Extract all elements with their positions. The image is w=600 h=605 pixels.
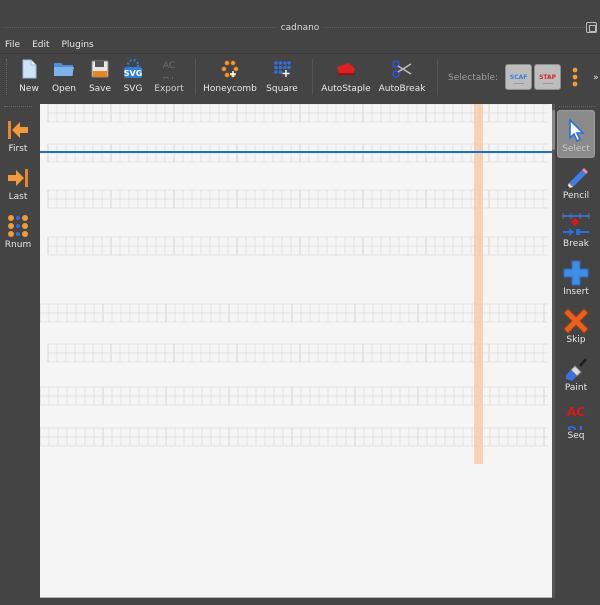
folder-icon xyxy=(53,59,75,79)
break-tool-button[interactable]: Break xyxy=(557,206,595,254)
toolbar-separator xyxy=(437,59,438,95)
handle-selectable-toggle[interactable] xyxy=(571,67,579,91)
toolbar-grip[interactable] xyxy=(6,59,9,95)
main-toolbar: New Open Save SVG SVG AC TG Export Honey… xyxy=(0,56,600,98)
skip-tool-button[interactable]: Skip xyxy=(557,302,595,350)
renumber-icon xyxy=(4,212,32,240)
pencil-tool-button[interactable]: Pencil xyxy=(557,158,595,206)
right-toolbar: Select Pencil Break Insert Skip Paint AC… xyxy=(555,104,600,504)
cadnano-window: cadnano File Edit Plugins New Open Save xyxy=(0,0,600,605)
menu-edit[interactable]: Edit xyxy=(31,38,54,53)
last-button[interactable]: Last xyxy=(0,158,36,206)
path-view-svg[interactable] xyxy=(40,104,552,598)
selectable-label: Selectable: xyxy=(448,73,499,83)
honeycomb-button[interactable]: Honeycomb xyxy=(202,56,258,98)
path-view-canvas[interactable] xyxy=(40,104,552,598)
square-lattice-icon xyxy=(271,59,293,79)
new-button[interactable]: New xyxy=(13,56,45,98)
svg-text:AC: AC xyxy=(163,61,175,71)
pencil-icon xyxy=(562,163,590,191)
cursor-arrow-icon xyxy=(562,116,590,144)
scissors-icon xyxy=(391,59,413,79)
insert-tool-button[interactable]: Insert xyxy=(557,254,595,302)
plus-icon xyxy=(562,259,590,287)
title-bar: cadnano xyxy=(0,20,600,36)
svg-text:SVG: SVG xyxy=(124,69,143,78)
floppy-disk-icon xyxy=(89,59,111,79)
menu-file[interactable]: File xyxy=(4,38,25,53)
x-skip-icon xyxy=(562,307,590,335)
autostaple-button[interactable]: AutoStaple xyxy=(319,56,373,98)
export-button[interactable]: AC TG Export xyxy=(149,56,189,98)
seq-tool-button[interactable]: AC TG Seq xyxy=(557,398,595,446)
save-button[interactable]: Save xyxy=(83,56,117,98)
open-button[interactable]: Open xyxy=(45,56,83,98)
playhead-slider xyxy=(474,104,483,464)
sequence-icon: AC TG xyxy=(562,403,590,431)
stapler-icon xyxy=(335,59,357,79)
menu-bar: File Edit Plugins xyxy=(0,38,600,54)
autobreak-button[interactable]: AutoBreak xyxy=(373,56,431,98)
svg-text:TG: TG xyxy=(163,74,176,79)
sequence-export-icon: AC TG xyxy=(158,59,180,79)
menu-plugins[interactable]: Plugins xyxy=(61,38,99,53)
window-title: cadnano xyxy=(276,23,324,33)
select-tool-button[interactable]: Select xyxy=(557,110,595,158)
svg-button[interactable]: SVG SVG xyxy=(117,56,149,98)
svg-text:TG: TG xyxy=(567,423,585,430)
break-icon xyxy=(562,211,590,239)
arrow-to-first-icon xyxy=(4,116,32,144)
toolbar-separator xyxy=(312,59,313,95)
paint-tool-button[interactable]: Paint xyxy=(557,350,595,398)
vhelix-handle-icon xyxy=(572,67,578,87)
stap-selectable-toggle[interactable]: STAP xyxy=(534,64,562,90)
square-button[interactable]: Square xyxy=(258,56,306,98)
svg-badge-icon: SVG xyxy=(122,59,144,79)
paintbrush-icon xyxy=(562,355,590,383)
left-toolbar: First Last Rnum xyxy=(0,104,36,604)
rnum-button[interactable]: Rnum xyxy=(0,206,36,254)
svg-text:AC: AC xyxy=(567,405,585,419)
honeycomb-lattice-icon xyxy=(219,59,241,79)
arrow-to-last-icon xyxy=(4,164,32,192)
toolbar-overflow-button[interactable]: » xyxy=(593,73,599,83)
new-document-icon xyxy=(18,59,40,79)
toolbar-separator xyxy=(195,59,196,95)
first-button[interactable]: First xyxy=(0,110,36,158)
float-window-button[interactable] xyxy=(586,22,597,33)
scaf-selectable-toggle[interactable]: SCAF xyxy=(505,64,533,90)
